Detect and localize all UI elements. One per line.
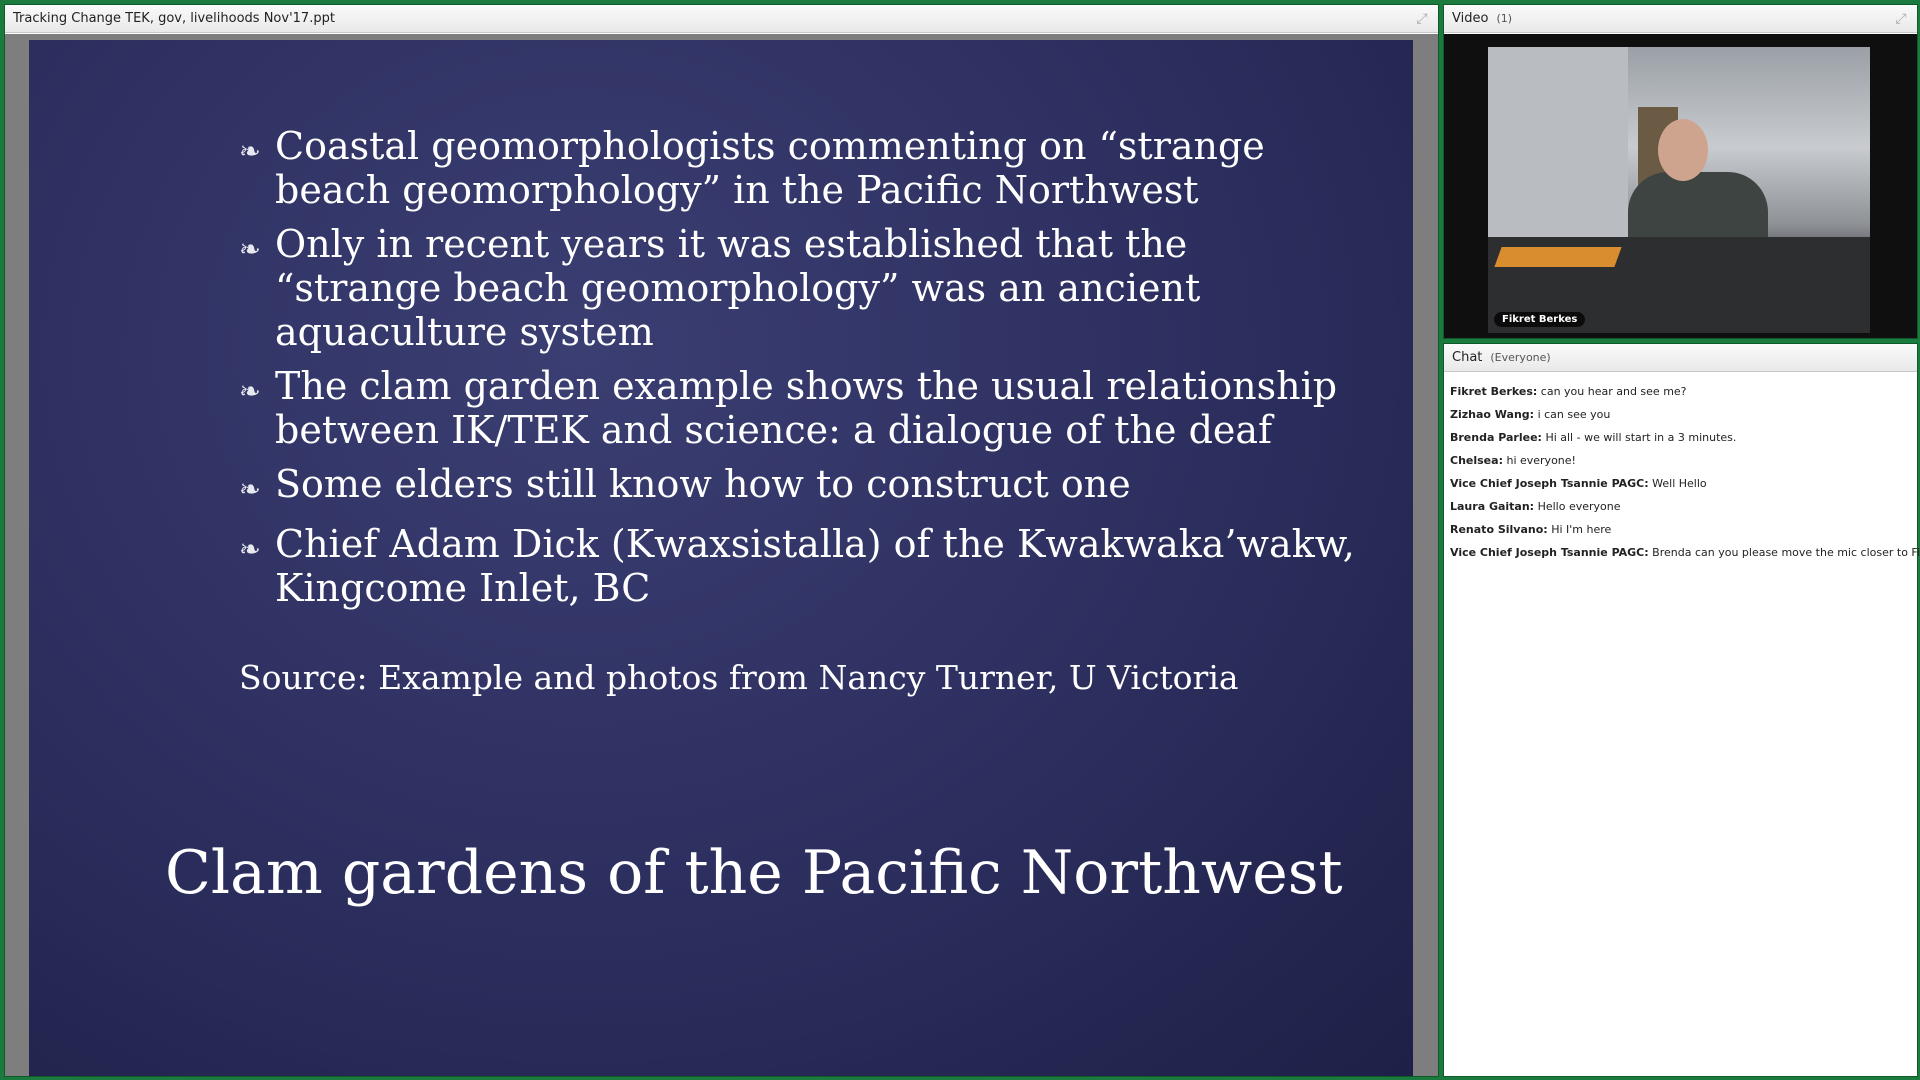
chat-message: Zizhao Wang: i can see you [1450, 403, 1911, 426]
bullet-item: ❧ The clam garden example shows the usua… [239, 364, 1359, 452]
bullet-text: Only in recent years it was established … [275, 222, 1201, 354]
fleuron-bullet-icon: ❧ [239, 137, 261, 167]
chat-sender: Renato Silvano: [1450, 523, 1548, 536]
video-person-head [1658, 119, 1708, 181]
chat-message: Renato Silvano: Hi I'm here [1450, 518, 1911, 541]
slide-title: Clam gardens of the Pacific Northwest [165, 838, 1343, 908]
chat-sender: Laura Gaitan: [1450, 500, 1535, 513]
slide-source: Source: Example and photos from Nancy Tu… [239, 658, 1239, 697]
fleuron-bullet-icon: ❧ [239, 535, 261, 565]
bullet-text: The clam garden example shows the usual … [275, 364, 1338, 452]
chat-message: Vice Chief Joseph Tsannie PAGC: Well Hel… [1450, 472, 1911, 495]
fleuron-bullet-icon: ❧ [239, 377, 261, 407]
chat-message: Laura Gaitan: Hello everyone [1450, 495, 1911, 518]
chat-text: Well Hello [1652, 477, 1707, 490]
chat-sender: Fikret Berkes: [1450, 385, 1538, 398]
share-pod-title: Tracking Change TEK, gov, livelihoods No… [13, 11, 335, 26]
bullet-item: ❧ Only in recent years it was establishe… [239, 222, 1359, 354]
chat-text: hi everyone! [1506, 454, 1576, 467]
participant-name-tag: Fikret Berkes [1494, 312, 1586, 327]
video-background [1488, 47, 1628, 257]
share-pod: Tracking Change TEK, gov, livelihoods No… [4, 4, 1439, 1077]
chat-sender: Brenda Parlee: [1450, 431, 1542, 444]
bullet-list: ❧ Coastal geomorphologists commenting on… [239, 124, 1359, 620]
bullet-item: ❧ Coastal geomorphologists commenting on… [239, 124, 1359, 212]
share-content: ❧ Coastal geomorphologists commenting on… [5, 34, 1438, 1076]
chat-text: i can see you [1537, 408, 1611, 421]
chat-pod-title: Chat [1452, 350, 1483, 365]
chat-message: Fikret Berkes: can you hear and see me? [1450, 380, 1911, 403]
chat-text: Hi all - we will start in a 3 minutes. [1545, 431, 1737, 444]
chat-message: Vice Chief Joseph Tsannie PAGC: Brenda c… [1450, 541, 1920, 564]
expand-icon[interactable]: ⤢ [1893, 11, 1909, 27]
bullet-item: ❧ Some elders still know how to construc… [239, 462, 1359, 512]
presentation-slide: ❧ Coastal geomorphologists commenting on… [29, 40, 1413, 1076]
chat-message-list[interactable]: Fikret Berkes: can you hear and see me? … [1444, 374, 1920, 1076]
chat-pod-header: Chat (Everyone) [1444, 344, 1917, 372]
chat-sender: Vice Chief Joseph Tsannie PAGC: [1450, 546, 1649, 559]
chat-sender: Zizhao Wang: [1450, 408, 1535, 421]
video-count: (1) [1496, 12, 1513, 25]
bullet-text: Chief Adam Dick (Kwaxsistalla) of the Kw… [275, 522, 1355, 610]
chat-audience[interactable]: (Everyone) [1490, 351, 1550, 364]
video-content: Fikret Berkes [1444, 34, 1917, 338]
chat-message: Brenda Parlee: Hi all - we will start in… [1450, 426, 1911, 449]
video-pod-title: Video [1452, 11, 1489, 26]
chat-text: can you hear and see me? [1540, 385, 1687, 398]
chat-sender: Chelsea: [1450, 454, 1503, 467]
chat-sender: Vice Chief Joseph Tsannie PAGC: [1450, 477, 1649, 490]
video-pod-header: Video (1) ⤢ [1444, 5, 1917, 33]
chat-message: Chelsea: hi everyone! [1450, 449, 1911, 472]
video-paper [1494, 247, 1622, 267]
video-pod: Video (1) ⤢ Fikret Berkes [1443, 4, 1918, 339]
chat-text: Brenda can you please move the mic close… [1652, 546, 1920, 559]
bullet-text: Some elders still know how to construct … [275, 462, 1131, 506]
chat-pod: Chat (Everyone) Fikret Berkes: can you h… [1443, 343, 1920, 1077]
fleuron-bullet-icon: ❧ [239, 235, 261, 265]
fleuron-bullet-icon: ❧ [239, 475, 261, 505]
share-pod-header: Tracking Change TEK, gov, livelihoods No… [5, 5, 1438, 33]
expand-icon[interactable]: ⤢ [1414, 11, 1430, 27]
chat-text: Hi I'm here [1551, 523, 1612, 536]
chat-text: Hello everyone [1537, 500, 1621, 513]
video-feed[interactable]: Fikret Berkes [1488, 47, 1870, 333]
bullet-item: ❧ Chief Adam Dick (Kwaxsistalla) of the … [239, 522, 1359, 610]
bullet-text: Coastal geomorphologists commenting on “… [275, 124, 1265, 212]
